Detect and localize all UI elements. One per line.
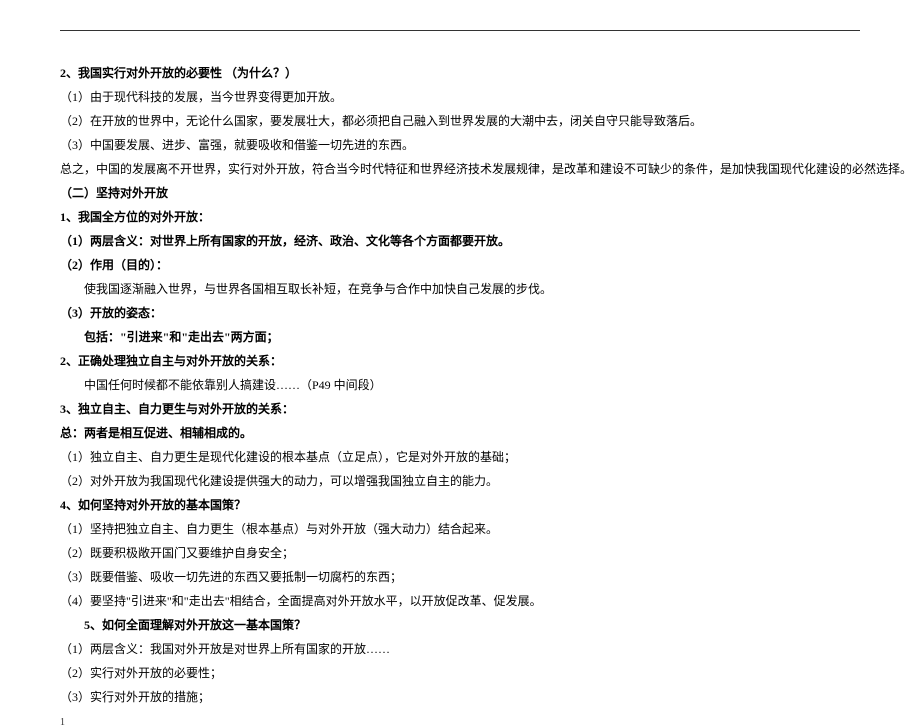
text-line: （2）作用（目的）： — [60, 253, 860, 277]
text-line: （4）要坚持"引进来"和"走出去"相结合，全面提高对外开放水平，以开放促改革、促… — [60, 589, 860, 613]
text-line: 2、我国实行对外开放的必要性 （为什么？） — [60, 61, 860, 85]
text-line: 使我国逐渐融入世界，与世界各国相互取长补短，在竞争与合作中加快自己发展的步伐。 — [60, 277, 860, 301]
text-line: （2）对外开放为我国现代化建设提供强大的动力，可以增强我国独立自主的能力。 — [60, 469, 860, 493]
text-line: （3）实行对外开放的措施； — [60, 685, 860, 709]
text-line: 包括："引进来"和"走出去"两方面； — [60, 325, 860, 349]
text-line: （2）在开放的世界中，无论什么国家，要发展壮大，都必须把自己融入到世界发展的大潮… — [60, 109, 860, 133]
page-container: 2、我国实行对外开放的必要性 （为什么？）（1）由于现代科技的发展，当今世界变得… — [60, 30, 860, 728]
text-line: 1、我国全方位的对外开放： — [60, 205, 860, 229]
text-line: 5、如何全面理解对外开放这一基本国策？ — [60, 613, 860, 637]
text-line: 3、独立自主、自力更生与对外开放的关系： — [60, 397, 860, 421]
text-line: 总之，中国的发展离不开世界，实行对外开放，符合当今时代特征和世界经济技术发展规律… — [60, 157, 860, 181]
text-line: 4、如何坚持对外开放的基本国策？ — [60, 493, 860, 517]
text-line: 总：两者是相互促进、相辅相成的。 — [60, 421, 860, 445]
page-footer: 1 — [60, 717, 860, 728]
text-line: （二）坚持对外开放 — [60, 181, 860, 205]
text-line: （3）开放的姿态： — [60, 301, 860, 325]
text-line: （3）中国要发展、进步、富强，就要吸收和借鉴一切先进的东西。 — [60, 133, 860, 157]
text-line: （1）两层含义：对世界上所有国家的开放，经济、政治、文化等各个方面都要开放。 — [60, 229, 860, 253]
text-line: （2）实行对外开放的必要性； — [60, 661, 860, 685]
document-body: 2、我国实行对外开放的必要性 （为什么？）（1）由于现代科技的发展，当今世界变得… — [60, 31, 860, 709]
text-line: （1）坚持把独立自主、自力更生（根本基点）与对外开放（强大动力）结合起来。 — [60, 517, 860, 541]
text-line: （3）既要借鉴、吸收一切先进的东西又要抵制一切腐朽的东西； — [60, 565, 860, 589]
text-line: （1）独立自主、自力更生是现代化建设的根本基点（立足点），它是对外开放的基础； — [60, 445, 860, 469]
text-line: （2）既要积极敞开国门又要维护自身安全； — [60, 541, 860, 565]
text-line: 中国任何时候都不能依靠别人搞建设……（P49 中间段） — [60, 373, 860, 397]
text-line: 2、正确处理独立自主与对外开放的关系： — [60, 349, 860, 373]
text-line: （1）由于现代科技的发展，当今世界变得更加开放。 — [60, 85, 860, 109]
text-line: （1）两层含义：我国对外开放是对世界上所有国家的开放…… — [60, 637, 860, 661]
